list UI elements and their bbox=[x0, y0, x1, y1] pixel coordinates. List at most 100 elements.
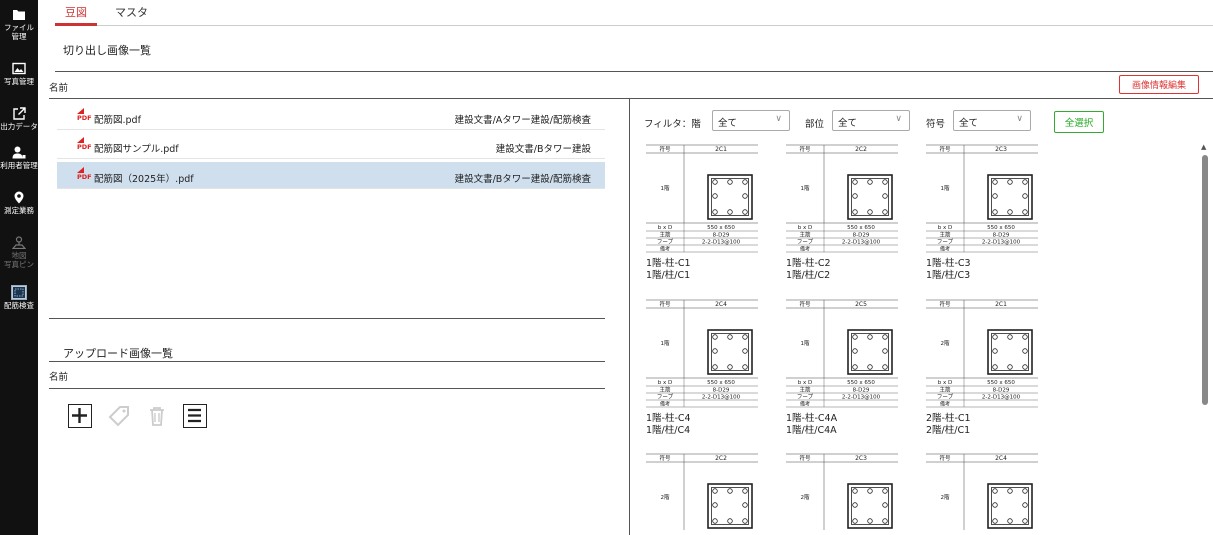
hoop-value: 2-2-D13@100 bbox=[982, 240, 1021, 246]
delete-button[interactable] bbox=[145, 404, 169, 428]
chevron-down-icon: ∨ bbox=[895, 114, 902, 124]
caption-path: 1階/柱/C1 bbox=[646, 270, 691, 281]
scrollbar-thumb[interactable] bbox=[1202, 155, 1208, 405]
label-hoop: フープ bbox=[937, 239, 954, 246]
sidebar-item-user-management[interactable]: 利用者管理 bbox=[0, 146, 38, 170]
tab-master[interactable]: マスタ bbox=[115, 4, 148, 20]
user-icon bbox=[12, 146, 26, 159]
file-row[interactable]: PDF 配筋図サンプル.pdf 建設文書/Bタワー建設 bbox=[57, 132, 605, 159]
thumbnail-card[interactable]: 符号 2C2 1階 b x D 550 x 650 主筋 8-D29 フープ 2… bbox=[786, 143, 898, 282]
label-hoop: フープ bbox=[657, 239, 674, 246]
sidebar-item-label: 利用者管理 bbox=[0, 161, 38, 170]
scroll-up-icon[interactable]: ▲ bbox=[1201, 143, 1206, 151]
divider bbox=[49, 388, 605, 389]
floor-value: 1階 bbox=[801, 184, 810, 192]
thumbnail-card[interactable]: 符号 2C3 2階 bbox=[786, 452, 898, 532]
floor-value: 1階 bbox=[941, 184, 950, 192]
file-row[interactable]: PDF 配筋図.pdf 建設文書/Aタワー建設/配筋検査 bbox=[57, 103, 605, 130]
label-bxd: b x D bbox=[938, 380, 952, 386]
chevron-down-icon: ∨ bbox=[775, 114, 782, 124]
sidebar-item-output-data[interactable]: 出力データ bbox=[0, 107, 38, 131]
thumbnail-card[interactable]: 符号 2C3 1階 b x D 550 x 650 主筋 8-D29 フープ 2… bbox=[926, 143, 1038, 282]
select-all-button[interactable]: 全選択 bbox=[1054, 111, 1104, 133]
caption-path: 1階/柱/C4A bbox=[786, 425, 837, 436]
file-path: 建設文書/Aタワー建設/配筋検査 bbox=[454, 115, 591, 126]
label-code: 符号 bbox=[659, 300, 671, 308]
sidebar-item-measurement[interactable]: 測定業務 bbox=[0, 191, 38, 215]
floor-select[interactable]: 全て ∨ bbox=[712, 110, 790, 131]
column-drawing: 符号 2C3 2階 bbox=[786, 453, 898, 530]
tag-button[interactable] bbox=[107, 404, 131, 428]
floor-value: 2階 bbox=[661, 493, 670, 501]
thumbnail-card[interactable]: 符号 2C5 1階 b x D 550 x 650 主筋 8-D29 フープ 2… bbox=[786, 298, 898, 437]
thumbnail-card[interactable]: 符号 2C1 1階 b x D 550 x 650 主筋 8-D29 フープ 2… bbox=[646, 143, 758, 282]
size-value: 550 x 650 bbox=[707, 380, 735, 386]
main-value: 8-D29 bbox=[713, 233, 730, 239]
image-info-edit-button[interactable]: 画像情報編集 bbox=[1119, 75, 1199, 94]
sidebar-item-map-photo-pin[interactable]: 地図 写真ピン bbox=[0, 236, 38, 269]
file-path: 建設文書/Bタワー建設/配筋検査 bbox=[454, 174, 591, 185]
column-drawing: 符号 2C2 2階 bbox=[646, 453, 758, 530]
active-tab-indicator bbox=[55, 23, 97, 26]
column-drawing: 符号 2C2 1階 b x D 550 x 650 主筋 8-D29 フープ 2… bbox=[786, 144, 898, 253]
caption-path: 1階/柱/C4 bbox=[646, 425, 691, 436]
column-drawing: 符号 2C1 2階 b x D 550 x 650 主筋 8-D29 フープ 2… bbox=[926, 299, 1038, 408]
file-name: 配筋図（2025年）.pdf bbox=[94, 174, 194, 185]
label-main: 主筋 bbox=[799, 386, 811, 394]
label-note: 備考 bbox=[800, 246, 810, 253]
label-main: 主筋 bbox=[799, 231, 811, 239]
label-code: 符号 bbox=[939, 454, 951, 462]
column-id: 2C4 bbox=[715, 301, 727, 308]
location-pin-icon bbox=[12, 191, 26, 204]
label-code: 符号 bbox=[939, 300, 951, 308]
file-path: 建設文書/Bタワー建設 bbox=[495, 144, 591, 155]
thumbnail-card[interactable]: 符号 2C2 2階 bbox=[646, 452, 758, 532]
column-drawing: 符号 2C3 1階 b x D 550 x 650 主筋 8-D29 フープ 2… bbox=[926, 144, 1038, 253]
thumbnail-card[interactable]: 符号 2C4 1階 b x D 550 x 650 主筋 8-D29 フープ 2… bbox=[646, 298, 758, 437]
size-value: 550 x 650 bbox=[847, 380, 875, 386]
column-header-name: 名前 bbox=[49, 83, 69, 94]
sidebar-item-label: 測定業務 bbox=[4, 206, 34, 215]
tab-mame-zu[interactable]: 豆図 bbox=[65, 4, 87, 20]
main-value: 8-D29 bbox=[853, 388, 870, 394]
list-icon bbox=[188, 408, 201, 423]
label-hoop: フープ bbox=[797, 239, 814, 246]
thumbnail-card[interactable]: 符号 2C4 2階 bbox=[926, 452, 1038, 532]
column-id: 2C3 bbox=[855, 455, 867, 462]
filter-code-label: 符号 bbox=[926, 119, 946, 130]
main-value: 8-D29 bbox=[993, 388, 1010, 394]
main-value: 8-D29 bbox=[853, 233, 870, 239]
size-value: 550 x 650 bbox=[987, 380, 1015, 386]
label-code: 符号 bbox=[659, 145, 671, 153]
caption-name: 2階-柱-C1 bbox=[926, 413, 971, 424]
sidebar-item-file-management[interactable]: ファイル 管理 bbox=[0, 8, 38, 41]
part-select[interactable]: 全て ∨ bbox=[832, 110, 910, 131]
label-note: 備考 bbox=[940, 401, 950, 408]
upload-column-header-name: 名前 bbox=[49, 372, 69, 383]
label-note: 備考 bbox=[660, 246, 670, 253]
hoop-value: 2-2-D13@100 bbox=[702, 240, 741, 246]
code-select[interactable]: 全て ∨ bbox=[953, 110, 1031, 131]
main-value: 8-D29 bbox=[993, 233, 1010, 239]
column-drawing: 符号 2C1 1階 b x D 550 x 650 主筋 8-D29 フープ 2… bbox=[646, 144, 758, 253]
thumbnail-card[interactable]: 符号 2C1 2階 b x D 550 x 650 主筋 8-D29 フープ 2… bbox=[926, 298, 1038, 437]
sidebar-item-photo-management[interactable]: 写真管理 bbox=[0, 62, 38, 86]
label-code: 符号 bbox=[799, 300, 811, 308]
folder-icon bbox=[12, 8, 26, 21]
size-value: 550 x 650 bbox=[847, 225, 875, 231]
label-main: 主筋 bbox=[939, 386, 951, 394]
label-code: 符号 bbox=[799, 454, 811, 462]
caption-name: 1階-柱-C4A bbox=[786, 413, 838, 424]
caption-name: 1階-柱-C3 bbox=[926, 258, 971, 269]
sidebar-item-rebar-inspection[interactable]: 配筋検査 bbox=[0, 285, 38, 310]
label-bxd: b x D bbox=[798, 380, 812, 386]
grid-select-icon bbox=[11, 285, 27, 300]
file-row-selected[interactable]: PDF 配筋図（2025年）.pdf 建設文書/Bタワー建設/配筋検査 bbox=[57, 162, 605, 189]
size-value: 550 x 650 bbox=[707, 225, 735, 231]
sidebar-item-label: 地図 写真ピン bbox=[4, 251, 34, 269]
pdf-icon: PDF bbox=[77, 137, 92, 151]
list-button[interactable] bbox=[183, 404, 207, 428]
sidebar-item-label: 写真管理 bbox=[4, 77, 34, 86]
caption-name: 1階-柱-C4 bbox=[646, 413, 691, 424]
add-button[interactable] bbox=[68, 404, 92, 428]
